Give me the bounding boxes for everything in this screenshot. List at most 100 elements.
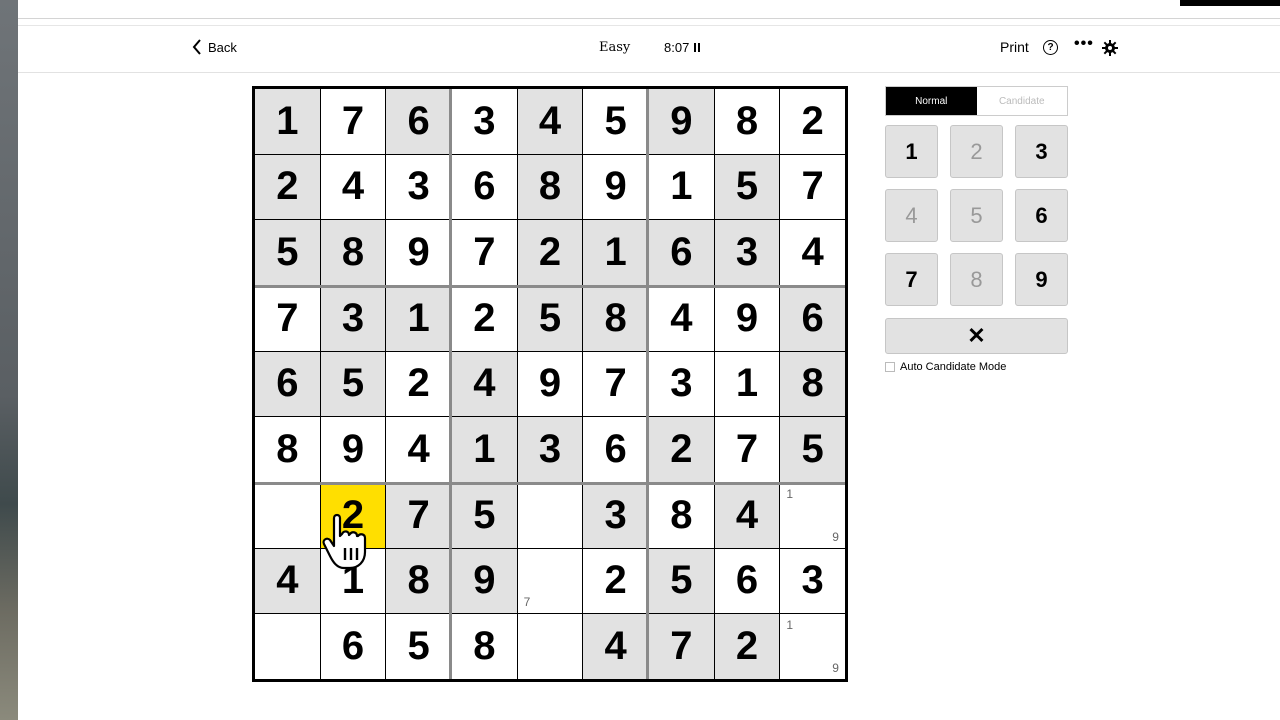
number-key[interactable]: 3 [1015,125,1068,178]
sudoku-cell[interactable]: 7 [517,548,583,614]
sudoku-cell[interactable]: 2 [451,285,517,351]
sudoku-cell[interactable]: 7 [451,220,517,285]
sudoku-cell[interactable]: 1 [386,285,451,351]
sudoku-cell[interactable]: 2 [320,482,386,548]
sudoku-cell[interactable]: 3 [780,548,845,614]
sudoku-cell[interactable]: 9 [648,89,714,154]
sudoku-cell[interactable]: 3 [386,154,451,220]
sudoku-cell[interactable]: 19 [780,614,845,679]
sudoku-cell[interactable]: 8 [451,614,517,679]
sudoku-cell[interactable] [255,614,320,679]
sudoku-cell[interactable]: 9 [320,417,386,482]
sudoku-cell[interactable]: 5 [517,285,583,351]
sudoku-cell[interactable]: 9 [714,285,780,351]
sudoku-cell[interactable]: 1 [255,89,320,154]
sudoku-cell[interactable]: 9 [517,351,583,417]
number-key[interactable]: 6 [1015,189,1068,242]
mode-normal-button[interactable]: Normal [886,87,977,115]
sudoku-cell[interactable]: 2 [386,351,451,417]
sudoku-cell[interactable]: 9 [451,548,517,614]
sudoku-cell[interactable]: 2 [517,220,583,285]
gear-icon[interactable] [1102,40,1118,56]
number-key[interactable]: 8 [950,253,1003,306]
pause-icon[interactable] [694,43,701,52]
more-icon[interactable]: ••• [1074,35,1094,53]
sudoku-cell[interactable]: 7 [714,417,780,482]
number-key[interactable]: 4 [885,189,938,242]
sudoku-cell[interactable]: 7 [583,351,648,417]
sudoku-cell[interactable]: 4 [780,220,845,285]
sudoku-cell[interactable]: 5 [320,351,386,417]
sudoku-cell[interactable]: 9 [583,154,648,220]
sudoku-cell[interactable]: 19 [780,482,845,548]
sudoku-cell[interactable] [255,482,320,548]
timer[interactable]: 8:07 [664,40,701,55]
sudoku-cell[interactable]: 1 [451,417,517,482]
sudoku-cell[interactable]: 2 [583,548,648,614]
sudoku-cell[interactable]: 8 [320,220,386,285]
mode-candidate-button[interactable]: Candidate [976,87,1067,115]
sudoku-cell[interactable]: 6 [780,285,845,351]
sudoku-cell[interactable]: 8 [648,482,714,548]
sudoku-cell[interactable]: 3 [648,351,714,417]
sudoku-cell[interactable] [517,482,583,548]
sudoku-cell[interactable]: 7 [255,285,320,351]
sudoku-cell[interactable]: 7 [386,482,451,548]
number-key[interactable]: 2 [950,125,1003,178]
number-key[interactable]: 5 [950,189,1003,242]
sudoku-cell[interactable]: 3 [517,417,583,482]
sudoku-cell[interactable]: 6 [255,351,320,417]
sudoku-cell[interactable]: 5 [451,482,517,548]
sudoku-cell[interactable]: 3 [451,89,517,154]
sudoku-cell[interactable]: 1 [648,154,714,220]
sudoku-cell[interactable]: 1 [320,548,386,614]
sudoku-cell[interactable]: 4 [386,417,451,482]
erase-button[interactable]: ✕ [885,318,1068,354]
sudoku-cell[interactable]: 8 [386,548,451,614]
sudoku-cell[interactable]: 7 [320,89,386,154]
sudoku-cell[interactable]: 8 [517,154,583,220]
sudoku-cell[interactable]: 5 [648,548,714,614]
sudoku-cell[interactable]: 9 [386,220,451,285]
sudoku-cell[interactable]: 6 [648,220,714,285]
sudoku-cell[interactable]: 4 [255,548,320,614]
sudoku-cell[interactable]: 5 [255,220,320,285]
auto-candidate-checkbox[interactable] [885,362,895,372]
sudoku-cell[interactable]: 8 [780,351,845,417]
top-right-button[interactable] [1180,0,1280,6]
sudoku-cell[interactable]: 3 [714,220,780,285]
sudoku-cell[interactable]: 5 [780,417,845,482]
sudoku-cell[interactable]: 4 [648,285,714,351]
sudoku-cell[interactable]: 4 [517,89,583,154]
back-button[interactable]: Back [192,39,237,55]
sudoku-cell[interactable]: 6 [583,417,648,482]
sudoku-cell[interactable]: 6 [714,548,780,614]
sudoku-cell[interactable]: 6 [320,614,386,679]
sudoku-cell[interactable]: 2 [714,614,780,679]
sudoku-cell[interactable]: 7 [780,154,845,220]
sudoku-cell[interactable]: 1 [714,351,780,417]
sudoku-cell[interactable]: 4 [714,482,780,548]
number-key[interactable]: 7 [885,253,938,306]
sudoku-cell[interactable]: 2 [648,417,714,482]
sudoku-cell[interactable]: 8 [583,285,648,351]
number-key[interactable]: 1 [885,125,938,178]
sudoku-cell[interactable]: 8 [255,417,320,482]
sudoku-cell[interactable]: 8 [714,89,780,154]
help-icon[interactable]: ? [1043,40,1058,55]
sudoku-cell[interactable]: 6 [451,154,517,220]
sudoku-cell[interactable]: 2 [780,89,845,154]
sudoku-cell[interactable]: 2 [255,154,320,220]
sudoku-cell[interactable]: 5 [583,89,648,154]
sudoku-cell[interactable]: 5 [714,154,780,220]
sudoku-cell[interactable]: 4 [583,614,648,679]
sudoku-cell[interactable]: 4 [320,154,386,220]
sudoku-cell[interactable]: 7 [648,614,714,679]
number-key[interactable]: 9 [1015,253,1068,306]
sudoku-cell[interactable]: 5 [386,614,451,679]
sudoku-cell[interactable]: 3 [320,285,386,351]
sudoku-cell[interactable]: 4 [451,351,517,417]
sudoku-cell[interactable]: 1 [583,220,648,285]
sudoku-cell[interactable] [517,614,583,679]
print-button[interactable]: Print [1000,39,1029,55]
